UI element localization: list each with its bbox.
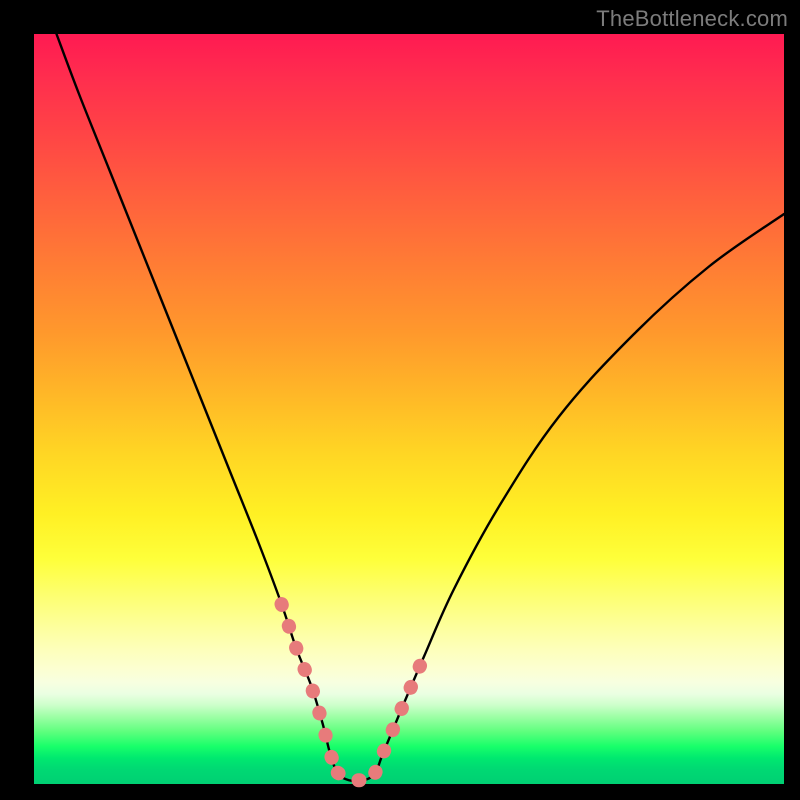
plot-area <box>34 34 784 784</box>
chart-frame: TheBottleneck.com <box>0 0 800 800</box>
watermark-text: TheBottleneck.com <box>596 6 788 32</box>
chart-svg <box>34 34 784 784</box>
